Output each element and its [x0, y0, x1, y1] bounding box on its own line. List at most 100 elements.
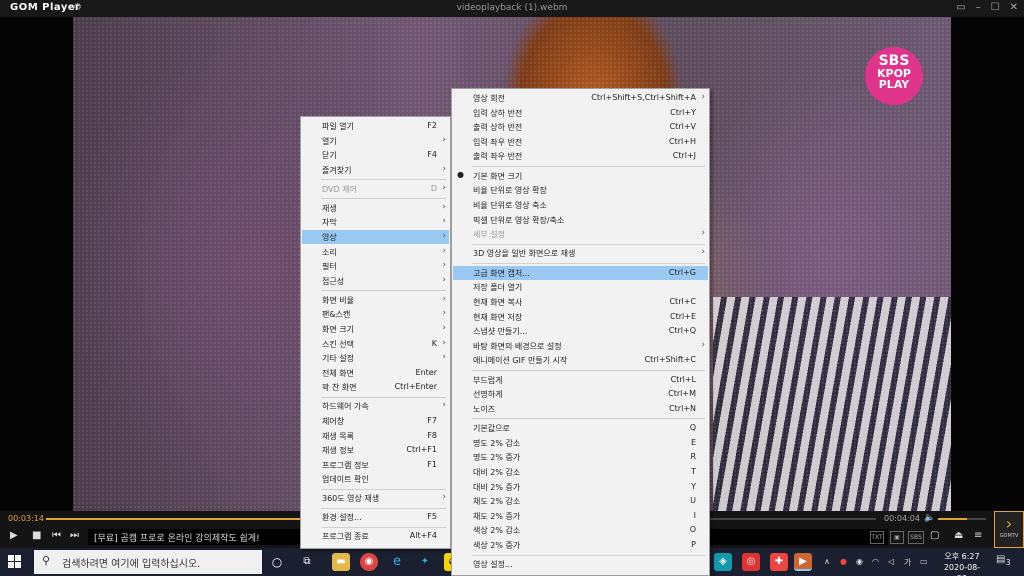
- menu-item-채도-2-감소[interactable]: 채도 2% 감소 U: [453, 494, 708, 508]
- menu-item-영상-설정[interactable]: 영상 설정...: [453, 557, 708, 571]
- task-view-icon[interactable]: ⧉: [298, 553, 316, 571]
- menu-item-명도-2-감소[interactable]: 명도 2% 감소 E: [453, 436, 708, 450]
- menu-item-필터[interactable]: 필터 ›: [302, 259, 449, 273]
- eject-icon[interactable]: ⏏: [954, 530, 963, 541]
- menu-item-현재-화면-저장[interactable]: 현재 화면 저장 Ctrl+E: [453, 310, 708, 324]
- menu-item-소리[interactable]: 소리 ›: [302, 245, 449, 259]
- menu-item-부드럽게[interactable]: 부드럽게 Ctrl+L: [453, 373, 708, 387]
- close-icon[interactable]: ✕: [1010, 2, 1018, 13]
- next-icon[interactable]: ⏭: [70, 530, 79, 541]
- menu-item-label: 자막: [322, 218, 337, 228]
- maximize-icon[interactable]: ☐: [991, 2, 1000, 13]
- keyboard-icon[interactable]: ▭: [920, 557, 928, 566]
- volume-slider[interactable]: [938, 518, 986, 520]
- subtitle-button[interactable]: TXT: [870, 531, 884, 544]
- menu-item-업데이트-확인[interactable]: 업데이트 확인: [302, 472, 449, 486]
- menu-item-파일-열기[interactable]: 파일 열기 F2: [302, 119, 449, 133]
- clock[interactable]: 오후 6:27 2020-08-23: [940, 551, 984, 576]
- menu-item-360도-영상-재생[interactable]: 360도 영상 재생 ›: [302, 491, 449, 505]
- menu-item-재생[interactable]: 재생 ›: [302, 201, 449, 215]
- menu-item-프로그램-정보[interactable]: 프로그램 정보 F1: [302, 458, 449, 472]
- ime-icon[interactable]: 가: [904, 557, 911, 568]
- menu-item-고급-화면-캡처[interactable]: 고급 화면 캡처... Ctrl+G: [453, 265, 708, 280]
- menu-item-출력-상하-반전[interactable]: 출력 상하 반전 Ctrl+V: [453, 120, 708, 134]
- menu-item-하드웨어-가속[interactable]: 하드웨어 가속 ›: [302, 399, 449, 413]
- menu-item-색상-2-증가[interactable]: 색상 2% 증가 P: [453, 538, 708, 552]
- wifi-icon[interactable]: ◠: [872, 557, 879, 566]
- app-icon-3[interactable]: ✚: [770, 553, 788, 571]
- menu-item-즐겨찾기[interactable]: 즐겨찾기 ›: [302, 163, 449, 177]
- menu-item-화면-비율[interactable]: 화면 비율 ›: [302, 293, 449, 307]
- menu-item-선명하게[interactable]: 선명하게 Ctrl+M: [453, 387, 708, 401]
- menu-item-shortcut: K: [431, 338, 437, 348]
- menu-item-기타-설정[interactable]: 기타 설정 ›: [302, 351, 449, 365]
- menu-item-프로그램-종료[interactable]: 프로그램 종료 Alt+F4: [302, 529, 449, 543]
- menu-item-전체-화면[interactable]: 전체 화면 Enter: [302, 366, 449, 380]
- windows-start-icon[interactable]: [8, 555, 22, 569]
- screenshot-icon[interactable]: ▢: [930, 530, 939, 541]
- speaker-icon[interactable]: ◁: [888, 557, 894, 566]
- menu-item-애니메이션-gif-만들기-시작[interactable]: 애니메이션 GIF 만들기 시작 Ctrl+Shift+C: [453, 353, 708, 367]
- menu-item-비율-단위로-영상-확장[interactable]: 비율 단위로 영상 확장: [453, 183, 708, 197]
- app-icon-1[interactable]: ◈: [714, 553, 732, 571]
- chevron-up-icon[interactable]: ∧: [824, 557, 830, 566]
- menu-item-입력-상하-반전[interactable]: 입력 상하 반전 Ctrl+Y: [453, 106, 708, 120]
- menu-item-재생-정보[interactable]: 재생 정보 Ctrl+F1: [302, 443, 449, 457]
- stop-icon[interactable]: ■: [32, 530, 41, 541]
- ie-icon[interactable]: e: [388, 553, 406, 571]
- pin-icon[interactable]: ▭: [956, 2, 965, 13]
- capture-button[interactable]: ▣: [890, 531, 904, 544]
- menu-icon[interactable]: ≡: [974, 530, 982, 541]
- file-explorer-icon[interactable]: ▬: [332, 553, 350, 571]
- menu-item-3d-영상을-일반-화면으로-재생[interactable]: 3D 영상을 일반 화면으로 재생 ›: [453, 246, 708, 260]
- menu-item-명도-2-증가[interactable]: 명도 2% 증가 R: [453, 450, 708, 464]
- menu-item-재생-목록[interactable]: 재생 목록 F8: [302, 429, 449, 443]
- chrome-icon[interactable]: ◉: [360, 553, 378, 571]
- gomtv-button[interactable]: › GOMTV: [994, 511, 1024, 548]
- menu-item-저장-폴더-열기[interactable]: 저장 폴더 열기: [453, 280, 708, 294]
- menu-item-스킨-선택[interactable]: 스킨 선택 K ›: [302, 337, 449, 351]
- menu-item-화면-크기[interactable]: 화면 크기 ›: [302, 322, 449, 336]
- menu-item-영상-회전[interactable]: 영상 회전 Ctrl+Shift+S,Ctrl+Shift+A ›: [453, 91, 708, 105]
- twitter-icon[interactable]: ✦: [416, 553, 434, 571]
- menu-item-출력-좌우-반전[interactable]: 출력 좌우 반전 Ctrl+J: [453, 149, 708, 163]
- menu-item-영상[interactable]: 영상 ›: [302, 230, 449, 244]
- chevron-right-icon: ›: [701, 228, 705, 239]
- minimize-icon[interactable]: –: [976, 2, 981, 13]
- menu-item-기본-화면-크기[interactable]: ● 기본 화면 크기: [453, 169, 708, 183]
- menu-item-접근성[interactable]: 접근성 ›: [302, 274, 449, 288]
- menu-item-제어창[interactable]: 제어창 F7: [302, 414, 449, 428]
- menu-item-픽셀-단위로-영상-확장-축소[interactable]: 픽셀 단위로 영상 확장/축소: [453, 213, 708, 227]
- menu-item-대비-2-증가[interactable]: 대비 2% 증가 Y: [453, 480, 708, 494]
- menu-item-환경-설정[interactable]: 환경 설정... F5: [302, 510, 449, 524]
- menu-item-현재-화면-복사[interactable]: 현재 화면 복사 Ctrl+C: [453, 295, 708, 309]
- menu-item-입력-좌우-반전[interactable]: 입력 좌우 반전 Ctrl+H: [453, 135, 708, 149]
- tray-app-icon[interactable]: ●: [840, 557, 847, 566]
- cortana-icon[interactable]: ○: [268, 553, 286, 571]
- video-submenu: 영상 회전 Ctrl+Shift+S,Ctrl+Shift+A › 입력 상하 반전 C…: [451, 88, 710, 576]
- menu-item-채도-2-증가[interactable]: 채도 2% 증가 I: [453, 509, 708, 523]
- menu-item-비율-단위로-영상-축소[interactable]: 비율 단위로 영상 축소: [453, 198, 708, 212]
- menu-item-색상-2-감소[interactable]: 색상 2% 감소 O: [453, 523, 708, 537]
- menu-item-노이즈[interactable]: 노이즈 Ctrl+N: [453, 402, 708, 416]
- menu-item-label: 환경 설정...: [322, 513, 362, 523]
- gom-player-taskbar-icon[interactable]: ▶: [794, 553, 812, 571]
- menu-item-바탕-화면의-배경으로-설정[interactable]: 바탕 화면의 배경으로 설정 ›: [453, 339, 708, 353]
- menu-item-스냅샷-만들기[interactable]: 스냅샷 만들기... Ctrl+Q: [453, 324, 708, 338]
- menu-item-닫기[interactable]: 닫기 F4: [302, 148, 449, 162]
- previous-icon[interactable]: ⏮: [52, 530, 61, 541]
- menu-item-팬-스캔[interactable]: 팬&스캔 ›: [302, 307, 449, 321]
- app-icon-2[interactable]: ◎: [742, 553, 760, 571]
- play-icon[interactable]: ▶: [10, 530, 18, 541]
- notification-icon[interactable]: ▤3: [996, 554, 1011, 567]
- tray-app-icon-2[interactable]: ◉: [856, 557, 863, 566]
- menu-item-대비-2-감소[interactable]: 대비 2% 감소 T: [453, 465, 708, 479]
- taskbar-search-input[interactable]: ⚲ 검색하려면 여기에 입력하십시오.: [34, 550, 262, 574]
- menu-item-꽉-찬-화면[interactable]: 꽉 찬 화면 Ctrl+Enter: [302, 380, 449, 394]
- menu-item-자막[interactable]: 자막 ›: [302, 215, 449, 229]
- menu-separator: [321, 198, 446, 200]
- sbs-button[interactable]: SBS: [908, 531, 924, 544]
- menu-item-기본값으로[interactable]: 기본값으로 Q: [453, 421, 708, 435]
- volume-icon[interactable]: 🔈: [924, 513, 935, 523]
- menu-item-열기[interactable]: 열기 ›: [302, 134, 449, 148]
